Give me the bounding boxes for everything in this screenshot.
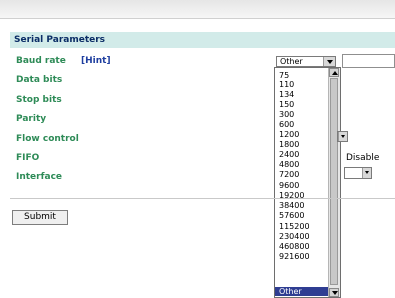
baud-rate-dropdown-list[interactable]: 75 110 134 150 300 600 1200 1800 2400 48… [274,67,341,298]
baud-option[interactable]: 134 [279,90,294,99]
scrollbar-thumb[interactable] [330,78,338,285]
baud-rate-label: Baud rate [16,56,66,66]
baud-option[interactable]: 75 [279,71,289,80]
baud-option[interactable]: 7200 [279,170,299,179]
form-divider [10,198,395,199]
chevron-down-icon[interactable] [362,168,371,178]
parity-label: Parity [16,114,47,124]
baud-option[interactable]: 230400 [279,232,310,241]
section-title: Serial Parameters [14,35,106,45]
interface-label: Interface [16,172,63,182]
chevron-down-icon[interactable] [323,57,335,66]
baud-option[interactable]: 460800 [279,242,310,251]
baud-option[interactable]: 2400 [279,150,299,159]
flow-control-select[interactable] [337,131,348,142]
interface-select[interactable] [344,167,372,179]
baud-option[interactable]: 110 [279,80,294,89]
baud-option[interactable]: 9600 [279,181,299,190]
chevron-down-icon[interactable] [338,132,347,141]
baud-option-selected[interactable]: Other [275,287,333,296]
baud-rate-custom-input[interactable] [342,54,395,68]
baud-rate-selected-value: Other [280,57,303,66]
stop-bits-label: Stop bits [16,95,62,105]
arrow-up-icon[interactable] [329,68,339,77]
baud-option[interactable]: 4800 [279,160,299,169]
baud-option[interactable]: 1800 [279,140,299,149]
top-bar [0,0,395,19]
baud-option[interactable]: 150 [279,100,294,109]
baud-option[interactable]: 921600 [279,252,310,261]
section-header: Serial Parameters [10,32,395,48]
baud-option[interactable]: 300 [279,110,294,119]
baud-rate-select[interactable]: Other [276,56,336,67]
baud-option[interactable]: 57600 [279,211,304,220]
baud-option[interactable]: 38400 [279,201,304,210]
fifo-value: Disable [346,153,380,163]
submit-button[interactable]: Submit [12,210,68,225]
arrow-down-icon[interactable] [329,288,339,297]
baud-option[interactable]: 1200 [279,130,299,139]
flow-control-label: Flow control [16,134,79,144]
baud-option[interactable]: 600 [279,120,294,129]
data-bits-label: Data bits [16,75,63,85]
fifo-label: FIFO [16,153,40,163]
baud-option[interactable]: 115200 [279,222,310,231]
dropdown-scrollbar[interactable] [328,68,340,297]
hint-link[interactable]: [Hint] [81,56,111,66]
